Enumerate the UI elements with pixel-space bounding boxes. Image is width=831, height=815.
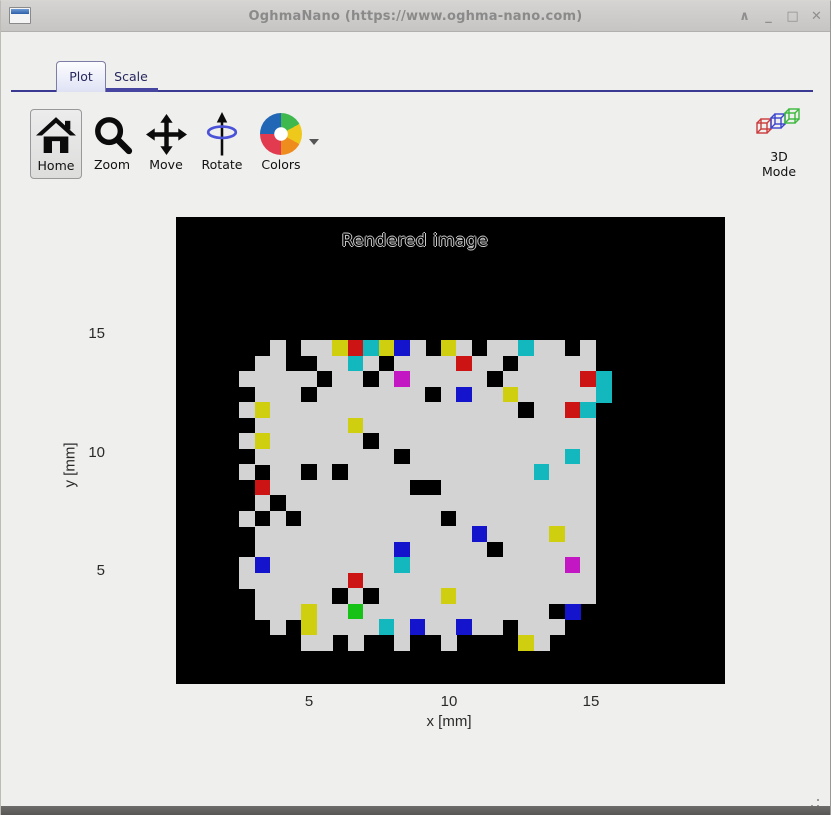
close-icon: ✕ (811, 9, 822, 24)
3d-mode-label-line2: Mode (762, 164, 796, 179)
window-icon (9, 7, 31, 24)
move-button[interactable]: Move (140, 109, 192, 179)
colors-label: Colors (261, 157, 300, 172)
cubes-3d-icon (756, 107, 802, 140)
rendered-image-grid (239, 340, 628, 651)
tab-bar: Plot Scale (1, 59, 830, 93)
maximize-button[interactable]: □ (785, 5, 800, 27)
resize-grip[interactable] (817, 799, 819, 801)
minimize-icon: _ (765, 9, 772, 24)
window-bottom-border (1, 806, 830, 815)
colors-button[interactable]: Colors (253, 109, 309, 179)
x-axis-label: x [mm] (427, 713, 472, 730)
maximize-icon: □ (786, 9, 798, 24)
color-wheel-icon (260, 112, 302, 156)
window-controls: ∧ _ □ ✕ (737, 1, 824, 31)
y-tick-15: 15 (61, 325, 105, 342)
3d-mode-label-line1: 3D (762, 149, 796, 164)
move-label: Move (149, 157, 183, 172)
3d-mode-button[interactable]: 3D Mode (749, 107, 809, 185)
app-window: OghmaNano (https://www.oghma-nano.com) ∧… (0, 0, 831, 815)
rotate-button[interactable]: Rotate (196, 109, 248, 179)
x-tick-5: 5 (305, 693, 313, 710)
zoom-label: Zoom (94, 157, 130, 172)
x-tick-10: 10 (441, 693, 458, 710)
shade-button[interactable]: ∧ (737, 5, 752, 27)
home-label: Home (38, 158, 75, 173)
titlebar[interactable]: OghmaNano (https://www.oghma-nano.com) ∧… (1, 1, 830, 32)
shade-icon: ∧ (739, 9, 750, 24)
plot-title: Rendered image (176, 231, 654, 251)
home-button[interactable]: Home (30, 109, 82, 179)
x-tick-15: 15 (583, 693, 600, 710)
zoom-button[interactable]: Zoom (86, 109, 138, 179)
tab-scale[interactable]: Scale (104, 65, 158, 89)
tab-plot[interactable]: Plot (56, 61, 106, 92)
close-button[interactable]: ✕ (809, 5, 824, 27)
plot-canvas[interactable]: Rendered image (176, 217, 725, 684)
rotate-axis-icon (206, 112, 238, 156)
window-title: OghmaNano (https://www.oghma-nano.com) (1, 9, 830, 24)
magnifier-icon (92, 112, 133, 156)
y-tick-5: 5 (61, 562, 105, 579)
y-axis-label: y [mm] (62, 443, 79, 488)
move-arrows-icon (146, 112, 187, 156)
minimize-button[interactable]: _ (761, 5, 776, 27)
rotate-label: Rotate (202, 157, 243, 172)
colors-menu-arrow-icon[interactable] (309, 139, 319, 145)
home-icon (36, 113, 76, 157)
